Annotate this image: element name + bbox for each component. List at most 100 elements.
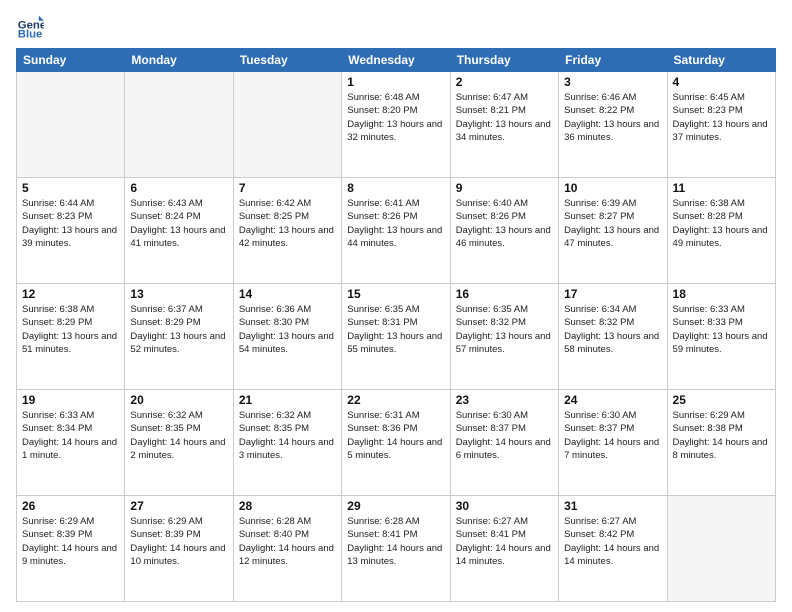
weekday-header-wednesday: Wednesday [342, 49, 450, 72]
day-number: 21 [239, 393, 336, 407]
day-number: 16 [456, 287, 553, 301]
day-number: 10 [564, 181, 661, 195]
day-info: Sunrise: 6:36 AM Sunset: 8:30 PM Dayligh… [239, 303, 336, 356]
day-info: Sunrise: 6:34 AM Sunset: 8:32 PM Dayligh… [564, 303, 661, 356]
weekday-header-thursday: Thursday [450, 49, 558, 72]
calendar-row-3: 19 Sunrise: 6:33 AM Sunset: 8:34 PM Dayli… [17, 390, 776, 496]
calendar-cell: 24 Sunrise: 6:30 AM Sunset: 8:37 PM Dayli… [559, 390, 667, 496]
day-number: 7 [239, 181, 336, 195]
header: General Blue [16, 12, 776, 40]
day-info: Sunrise: 6:44 AM Sunset: 8:23 PM Dayligh… [22, 197, 119, 250]
calendar-cell: 2 Sunrise: 6:47 AM Sunset: 8:21 PM Daylig… [450, 72, 558, 178]
day-number: 26 [22, 499, 119, 513]
weekday-header-monday: Monday [125, 49, 233, 72]
calendar-row-1: 5 Sunrise: 6:44 AM Sunset: 8:23 PM Daylig… [17, 178, 776, 284]
day-info: Sunrise: 6:46 AM Sunset: 8:22 PM Dayligh… [564, 91, 661, 144]
day-info: Sunrise: 6:43 AM Sunset: 8:24 PM Dayligh… [130, 197, 227, 250]
calendar-row-4: 26 Sunrise: 6:29 AM Sunset: 8:39 PM Dayli… [17, 496, 776, 602]
day-number: 1 [347, 75, 444, 89]
weekday-header-saturday: Saturday [667, 49, 775, 72]
weekday-header-row: SundayMondayTuesdayWednesdayThursdayFrid… [17, 49, 776, 72]
calendar-cell: 18 Sunrise: 6:33 AM Sunset: 8:33 PM Dayli… [667, 284, 775, 390]
calendar-cell: 16 Sunrise: 6:35 AM Sunset: 8:32 PM Dayli… [450, 284, 558, 390]
day-number: 3 [564, 75, 661, 89]
calendar-table: SundayMondayTuesdayWednesdayThursdayFrid… [16, 48, 776, 602]
day-info: Sunrise: 6:31 AM Sunset: 8:36 PM Dayligh… [347, 409, 444, 462]
logo-icon: General Blue [16, 12, 44, 40]
day-info: Sunrise: 6:33 AM Sunset: 8:33 PM Dayligh… [673, 303, 770, 356]
calendar-cell: 9 Sunrise: 6:40 AM Sunset: 8:26 PM Daylig… [450, 178, 558, 284]
logo: General Blue [16, 12, 48, 40]
calendar-cell: 15Sunrise: 6:35 AM Sunset: 8:31 PM Dayli… [342, 284, 450, 390]
day-info: Sunrise: 6:38 AM Sunset: 8:28 PM Dayligh… [673, 197, 770, 250]
calendar-cell: 27 Sunrise: 6:29 AM Sunset: 8:39 PM Dayli… [125, 496, 233, 602]
calendar-cell: 21Sunrise: 6:32 AM Sunset: 8:35 PM Dayli… [233, 390, 341, 496]
calendar-cell: 30Sunrise: 6:27 AM Sunset: 8:41 PM Dayli… [450, 496, 558, 602]
day-info: Sunrise: 6:45 AM Sunset: 8:23 PM Dayligh… [673, 91, 770, 144]
day-number: 9 [456, 181, 553, 195]
weekday-header-tuesday: Tuesday [233, 49, 341, 72]
calendar-cell: 17 Sunrise: 6:34 AM Sunset: 8:32 PM Dayli… [559, 284, 667, 390]
day-info: Sunrise: 6:32 AM Sunset: 8:35 PM Dayligh… [130, 409, 227, 462]
calendar-cell: 8 Sunrise: 6:41 AM Sunset: 8:26 PM Daylig… [342, 178, 450, 284]
day-number: 8 [347, 181, 444, 195]
calendar-cell: 6Sunrise: 6:43 AM Sunset: 8:24 PM Daylig… [125, 178, 233, 284]
day-number: 24 [564, 393, 661, 407]
day-info: Sunrise: 6:30 AM Sunset: 8:37 PM Dayligh… [564, 409, 661, 462]
weekday-header-friday: Friday [559, 49, 667, 72]
calendar-cell [667, 496, 775, 602]
day-number: 25 [673, 393, 770, 407]
calendar-cell: 4Sunrise: 6:45 AM Sunset: 8:23 PM Daylig… [667, 72, 775, 178]
day-info: Sunrise: 6:28 AM Sunset: 8:41 PM Dayligh… [347, 515, 444, 568]
calendar-cell: 22Sunrise: 6:31 AM Sunset: 8:36 PM Dayli… [342, 390, 450, 496]
calendar-cell: 25 Sunrise: 6:29 AM Sunset: 8:38 PM Dayli… [667, 390, 775, 496]
calendar-cell: 19 Sunrise: 6:33 AM Sunset: 8:34 PM Dayli… [17, 390, 125, 496]
day-info: Sunrise: 6:40 AM Sunset: 8:26 PM Dayligh… [456, 197, 553, 250]
day-info: Sunrise: 6:29 AM Sunset: 8:39 PM Dayligh… [130, 515, 227, 568]
calendar-row-0: 1 Sunrise: 6:48 AM Sunset: 8:20 PM Daylig… [17, 72, 776, 178]
day-info: Sunrise: 6:33 AM Sunset: 8:34 PM Dayligh… [22, 409, 119, 462]
day-number: 13 [130, 287, 227, 301]
day-number: 2 [456, 75, 553, 89]
calendar-cell [17, 72, 125, 178]
calendar-cell: 23 Sunrise: 6:30 AM Sunset: 8:37 PM Dayli… [450, 390, 558, 496]
day-info: Sunrise: 6:48 AM Sunset: 8:20 PM Dayligh… [347, 91, 444, 144]
calendar-cell: 31Sunrise: 6:27 AM Sunset: 8:42 PM Dayli… [559, 496, 667, 602]
day-info: Sunrise: 6:47 AM Sunset: 8:21 PM Dayligh… [456, 91, 553, 144]
day-number: 20 [130, 393, 227, 407]
calendar-cell: 13 Sunrise: 6:37 AM Sunset: 8:29 PM Dayli… [125, 284, 233, 390]
calendar-cell [125, 72, 233, 178]
day-info: Sunrise: 6:35 AM Sunset: 8:32 PM Dayligh… [456, 303, 553, 356]
calendar-cell: 5 Sunrise: 6:44 AM Sunset: 8:23 PM Daylig… [17, 178, 125, 284]
day-info: Sunrise: 6:41 AM Sunset: 8:26 PM Dayligh… [347, 197, 444, 250]
day-info: Sunrise: 6:35 AM Sunset: 8:31 PM Dayligh… [347, 303, 444, 356]
day-number: 17 [564, 287, 661, 301]
day-number: 5 [22, 181, 119, 195]
day-number: 19 [22, 393, 119, 407]
calendar-cell: 28Sunrise: 6:28 AM Sunset: 8:40 PM Dayli… [233, 496, 341, 602]
page: General Blue SundayMondayTuesdayWednesda… [0, 0, 792, 612]
calendar-cell: 1 Sunrise: 6:48 AM Sunset: 8:20 PM Daylig… [342, 72, 450, 178]
day-number: 12 [22, 287, 119, 301]
calendar-cell: 26Sunrise: 6:29 AM Sunset: 8:39 PM Dayli… [17, 496, 125, 602]
calendar-cell: 20 Sunrise: 6:32 AM Sunset: 8:35 PM Dayli… [125, 390, 233, 496]
day-info: Sunrise: 6:29 AM Sunset: 8:38 PM Dayligh… [673, 409, 770, 462]
calendar-cell: 10 Sunrise: 6:39 AM Sunset: 8:27 PM Dayli… [559, 178, 667, 284]
day-info: Sunrise: 6:27 AM Sunset: 8:41 PM Dayligh… [456, 515, 553, 568]
day-number: 23 [456, 393, 553, 407]
day-info: Sunrise: 6:38 AM Sunset: 8:29 PM Dayligh… [22, 303, 119, 356]
day-info: Sunrise: 6:30 AM Sunset: 8:37 PM Dayligh… [456, 409, 553, 462]
day-number: 29 [347, 499, 444, 513]
calendar-cell: 14 Sunrise: 6:36 AM Sunset: 8:30 PM Dayli… [233, 284, 341, 390]
day-number: 14 [239, 287, 336, 301]
calendar-cell [233, 72, 341, 178]
svg-text:Blue: Blue [18, 28, 43, 40]
day-number: 18 [673, 287, 770, 301]
calendar-cell: 29 Sunrise: 6:28 AM Sunset: 8:41 PM Dayli… [342, 496, 450, 602]
day-info: Sunrise: 6:37 AM Sunset: 8:29 PM Dayligh… [130, 303, 227, 356]
day-number: 27 [130, 499, 227, 513]
weekday-header-sunday: Sunday [17, 49, 125, 72]
calendar-row-2: 12 Sunrise: 6:38 AM Sunset: 8:29 PM Dayli… [17, 284, 776, 390]
day-info: Sunrise: 6:39 AM Sunset: 8:27 PM Dayligh… [564, 197, 661, 250]
calendar-cell: 3 Sunrise: 6:46 AM Sunset: 8:22 PM Daylig… [559, 72, 667, 178]
